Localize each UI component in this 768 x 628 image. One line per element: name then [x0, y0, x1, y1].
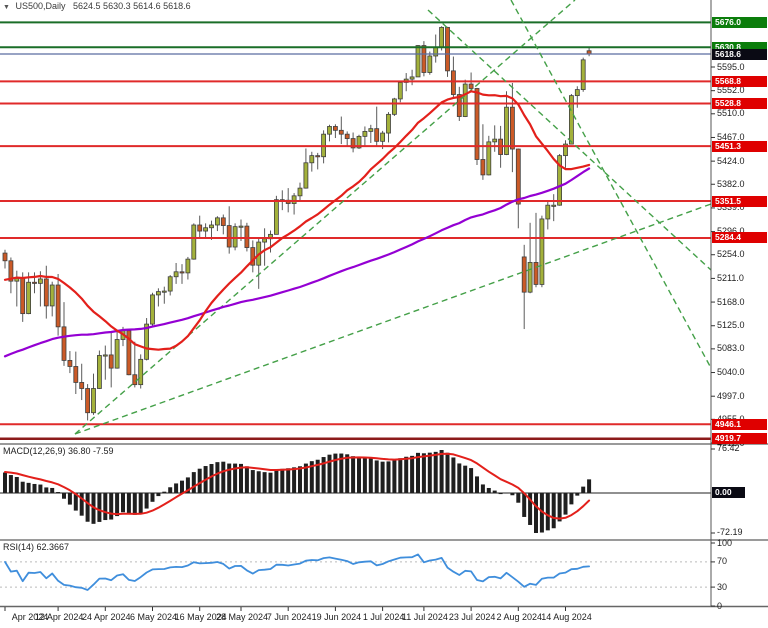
hlines-layer: [0, 22, 711, 438]
macd-pane-layer: [0, 450, 711, 533]
price-chart-canvas[interactable]: [0, 0, 768, 628]
rsi-pane-layer: [0, 554, 711, 590]
candles-layer: [3, 26, 591, 420]
frame-layer: [0, 0, 768, 611]
trendlines-layer: [75, 0, 711, 434]
chart-window: ▼ US500,Daily 5624.5 5630.3 5614.6 5618.…: [0, 0, 768, 628]
moving-averages-layer: [5, 91, 589, 356]
